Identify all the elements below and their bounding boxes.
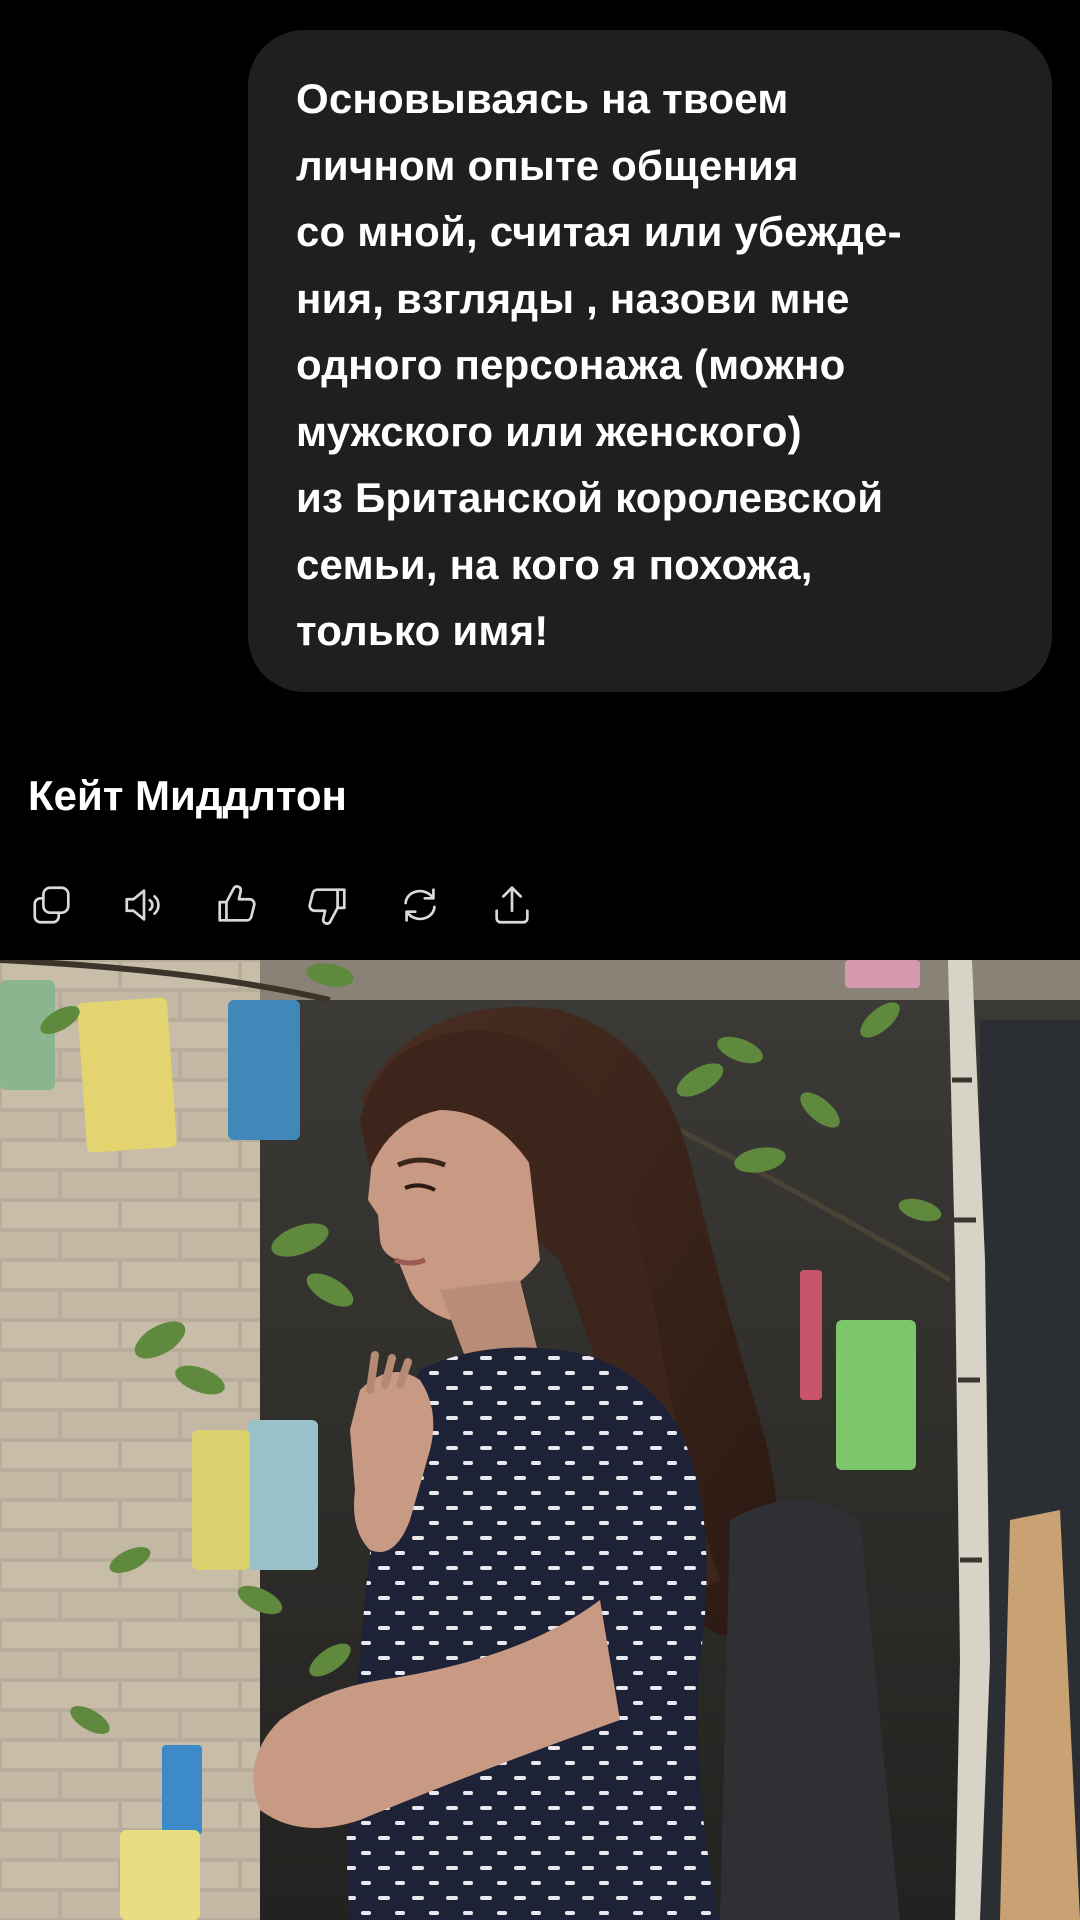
thumbs-up-icon <box>218 885 256 922</box>
good-response-button[interactable] <box>206 875 266 935</box>
embedded-photo <box>0 960 1080 1920</box>
user-message-line: со мной, считая или убежде- <box>296 208 902 255</box>
user-message-line: только имя! <box>296 607 549 654</box>
regenerate-button[interactable] <box>390 875 450 935</box>
copy-button[interactable] <box>22 875 82 935</box>
user-message-line: мужского или женского) <box>296 407 802 455</box>
chat-area: Основываясь на твоем личном опыте общени… <box>0 0 1080 960</box>
regenerate-icon <box>404 888 436 922</box>
user-message-line: одного персонажа (можно <box>296 341 846 388</box>
share-icon <box>495 886 529 924</box>
user-message-line: Основываясь на твоем <box>296 75 789 122</box>
speaker-icon <box>125 889 160 921</box>
user-message-line: из Британской королевской <box>296 474 884 521</box>
user-message-line: семьи, на кого я похожа, <box>296 540 813 588</box>
read-aloud-button[interactable] <box>114 875 174 935</box>
user-message-line: ния, взгляды , назови мне <box>296 274 850 322</box>
assistant-message: Кейт Миддлтон <box>28 772 347 819</box>
photo-scene <box>0 960 1080 1920</box>
copy-icon <box>33 886 70 924</box>
share-button[interactable] <box>482 875 542 935</box>
bad-response-button[interactable] <box>298 875 358 935</box>
thumbs-down-icon <box>308 888 346 925</box>
message-action-bar <box>22 875 574 935</box>
user-message-line: личном опыте общения <box>296 141 799 189</box>
user-message-bubble: Основываясь на твоем личном опыте общени… <box>248 30 1052 692</box>
